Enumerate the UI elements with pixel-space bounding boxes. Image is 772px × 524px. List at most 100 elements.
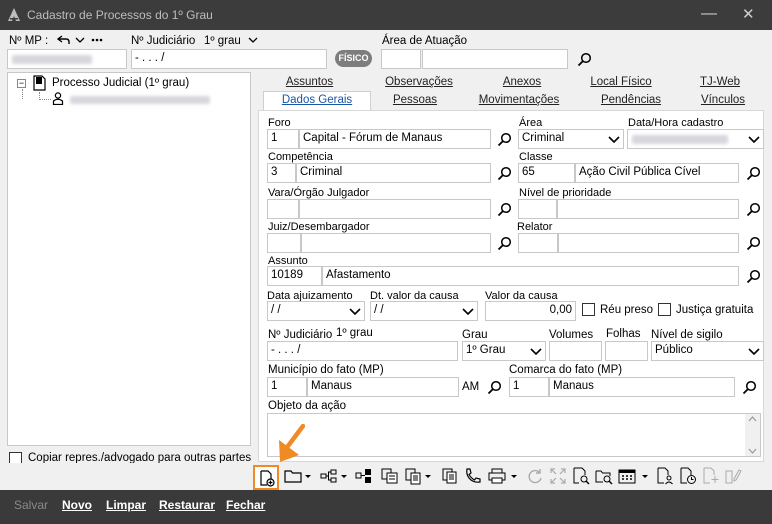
area-atuacao-input[interactable]	[422, 49, 568, 69]
municipio-input[interactable]: Manaus	[307, 377, 459, 397]
undo-icon[interactable]	[57, 34, 71, 46]
link-process-icon[interactable]	[355, 467, 373, 485]
calendar-icon[interactable]	[618, 467, 636, 485]
nivel-prioridade-input[interactable]	[557, 199, 739, 219]
search-icon[interactable]	[497, 166, 512, 181]
relator-code-input[interactable]	[518, 233, 558, 253]
search-icon[interactable]	[487, 380, 502, 395]
tab-assuntos[interactable]: Assuntos	[283, 74, 336, 92]
nmp-input[interactable]	[7, 49, 127, 69]
folder-search-icon[interactable]	[595, 467, 613, 485]
fechar-button[interactable]: Fechar	[226, 498, 265, 512]
process-tree[interactable]: − Processo Judicial (1º grau)	[7, 72, 251, 446]
search-icon[interactable]	[497, 236, 512, 251]
scroll-down-icon[interactable]	[748, 448, 757, 454]
search-icon[interactable]	[577, 52, 592, 67]
chevron-down-icon[interactable]	[304, 467, 312, 485]
chevron-down-icon[interactable]	[340, 467, 348, 485]
vara-input[interactable]	[299, 199, 491, 219]
area-atuacao-code-input[interactable]	[381, 49, 421, 69]
chevron-down-icon[interactable]	[641, 467, 649, 485]
close-button[interactable]: ✕	[742, 7, 755, 23]
competencia-label: Competência	[268, 151, 333, 163]
vara-code-input[interactable]	[267, 199, 299, 219]
classe-input[interactable]: Ação Civil Pública Cível	[575, 163, 739, 183]
search-icon[interactable]	[497, 202, 512, 217]
search-icon[interactable]	[746, 166, 761, 181]
clone-icon[interactable]	[381, 467, 399, 485]
juiz-input[interactable]	[301, 233, 491, 253]
area-select[interactable]: Criminal	[518, 129, 624, 149]
minimize-button[interactable]: —	[701, 6, 717, 22]
document-clock-icon[interactable]	[679, 467, 697, 485]
more-icon[interactable]	[91, 38, 103, 42]
tab-tj-web[interactable]: TJ-Web	[697, 74, 743, 92]
data-ajuizamento-select[interactable]: / /	[267, 301, 365, 321]
juiz-code-input[interactable]	[267, 233, 301, 253]
justica-gratuita-checkbox[interactable]	[658, 303, 671, 316]
salvar-button[interactable]: Salvar	[14, 498, 48, 512]
search-icon[interactable]	[746, 202, 761, 217]
tree-child-label[interactable]	[70, 96, 210, 104]
tab-dados-gerais[interactable]: Dados Gerais	[263, 91, 371, 110]
tree-root-label[interactable]: Processo Judicial (1º grau)	[52, 77, 189, 89]
hierarchy-icon[interactable]	[320, 467, 338, 485]
relator-input[interactable]	[558, 233, 739, 253]
assunto-input[interactable]: Afastamento	[322, 266, 739, 286]
valor-causa-input[interactable]: 0,00	[485, 301, 576, 321]
search-document-icon[interactable]	[572, 467, 590, 485]
refresh-icon	[528, 469, 542, 484]
foro-input[interactable]: Capital - Fórum de Manaus	[299, 129, 491, 149]
tab-local-fisico[interactable]: Local Físico	[589, 74, 653, 92]
assunto-code-input[interactable]: 10189	[267, 266, 322, 286]
municipio-label: Município do fato (MP)	[268, 364, 384, 376]
novo-button[interactable]: Novo	[62, 498, 92, 512]
num-judiciario-panel-input[interactable]: - . . . /	[267, 341, 458, 361]
folder-icon[interactable]	[284, 467, 302, 485]
comarca-code-input[interactable]: 1	[509, 377, 549, 397]
search-icon[interactable]	[746, 236, 761, 251]
chevron-down-icon[interactable]	[424, 467, 432, 485]
new-document-button[interactable]	[253, 465, 279, 490]
tab-movimentacoes[interactable]: Movimentações	[475, 92, 563, 110]
search-icon[interactable]	[746, 269, 761, 284]
scroll-up-icon[interactable]	[748, 416, 757, 422]
num-judiciario-input[interactable]: - . . . /	[131, 49, 327, 69]
tab-pessoas[interactable]: Pessoas	[390, 92, 440, 110]
volumes-input[interactable]	[549, 341, 602, 361]
competencia-input[interactable]: Criminal	[296, 163, 491, 183]
limpar-button[interactable]: Limpar	[106, 498, 146, 512]
document-user-icon[interactable]	[656, 467, 674, 485]
print-icon[interactable]	[488, 467, 506, 485]
tree-line	[22, 89, 23, 99]
objeto-textarea[interactable]	[267, 413, 761, 457]
objeto-scrollbar[interactable]	[745, 414, 760, 456]
tab-anexos[interactable]: Anexos	[499, 74, 545, 92]
tab-pendencias[interactable]: Pendências	[600, 92, 662, 110]
dt-valor-causa-select[interactable]: / /	[370, 301, 478, 321]
tree-collapse-toggle[interactable]: −	[17, 79, 26, 88]
copy-icon[interactable]	[441, 467, 459, 485]
phone-icon[interactable]	[464, 467, 482, 485]
search-icon[interactable]	[497, 132, 512, 147]
foro-code-input[interactable]: 1	[267, 129, 299, 149]
window-title: Cadastro de Processos do 1º Grau	[27, 8, 213, 22]
grau-select[interactable]: 1º Grau	[462, 341, 546, 361]
classe-code-input[interactable]: 65	[518, 163, 575, 183]
municipio-code-input[interactable]: 1	[267, 377, 307, 397]
tab-observacoes[interactable]: Observações	[383, 74, 455, 92]
restaurar-button[interactable]: Restaurar	[159, 498, 215, 512]
search-icon[interactable]	[742, 380, 757, 395]
folhas-input[interactable]	[605, 341, 648, 361]
nivel-prioridade-code-input[interactable]	[518, 199, 557, 219]
reu-preso-checkbox[interactable]	[582, 303, 595, 316]
nivel-sigilo-select[interactable]: Público	[651, 341, 764, 361]
chevron-down-icon[interactable]	[510, 467, 518, 485]
competencia-code-input[interactable]: 3	[267, 163, 296, 183]
chevron-down-icon[interactable]	[75, 36, 85, 44]
data-cadastro-select[interactable]	[627, 129, 764, 149]
comarca-input[interactable]: Manaus	[549, 377, 735, 397]
chevron-down-icon[interactable]	[248, 36, 258, 44]
tab-vinculos[interactable]: Vínculos	[698, 92, 748, 110]
documents-icon[interactable]	[404, 467, 422, 485]
